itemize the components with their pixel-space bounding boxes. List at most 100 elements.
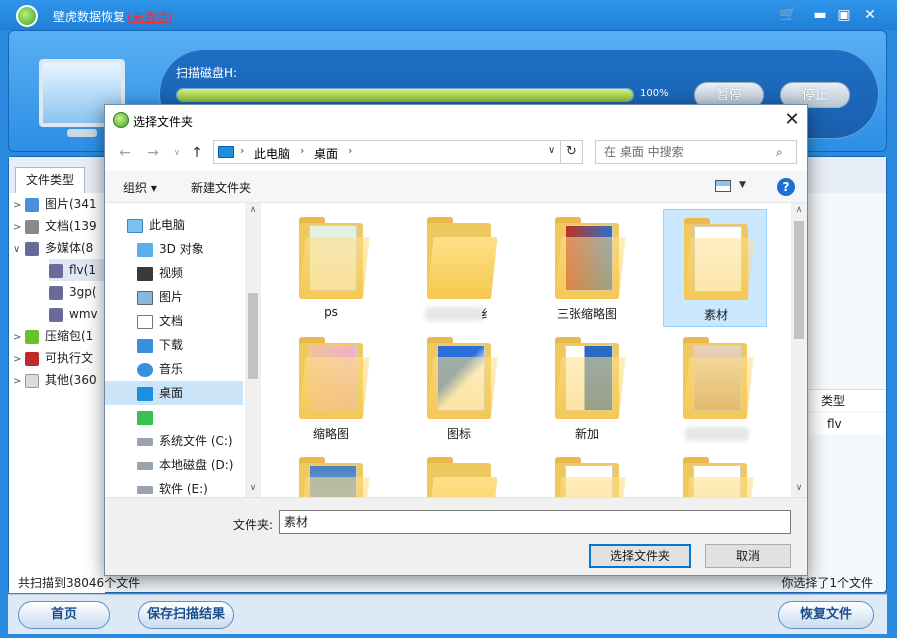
app-name: 壁虎数据恢复	[53, 10, 126, 24]
nav-item-music[interactable]: 音乐	[105, 357, 243, 381]
type-column-header[interactable]: 类型	[809, 389, 886, 411]
tree-item-other[interactable]: > 其他(360	[13, 369, 97, 391]
video-file-icon	[49, 285, 63, 300]
folder-2[interactable]: 纟	[407, 209, 511, 327]
tree-item-flv[interactable]: flv(1	[49, 259, 105, 281]
scanned-count: 共扫描到38046个文件	[18, 576, 141, 590]
chevron-right-icon[interactable]: >	[13, 371, 25, 391]
dialog-footer: 文件夹: 素材 选择文件夹 取消	[105, 497, 807, 575]
nav-item-downloads[interactable]: 下载	[105, 333, 243, 357]
chevron-right-icon[interactable]: >	[13, 327, 25, 347]
nav-item-3d-objects[interactable]: 3D 对象	[105, 237, 243, 261]
chevron-right-icon[interactable]: >	[13, 217, 25, 237]
cart-icon[interactable]: 🛒	[778, 5, 798, 25]
folder-row3-1[interactable]	[279, 449, 383, 497]
progress-bar	[176, 88, 634, 102]
search-input[interactable]	[604, 144, 772, 160]
folder-icon	[299, 237, 370, 299]
refresh-icon[interactable]: ↻	[561, 140, 583, 164]
nav-item-pictures[interactable]: 图片	[105, 285, 243, 309]
progress-fill	[177, 89, 633, 101]
nav-item-documents[interactable]: 文档	[105, 309, 243, 333]
chevron-down-icon[interactable]: ∨	[13, 239, 25, 259]
video-file-icon	[49, 307, 63, 322]
back-arrow-icon[interactable]: ←	[115, 143, 135, 163]
scrollbar-thumb[interactable]	[248, 293, 258, 379]
folder-three-thumbnails[interactable]: 三张缩略图	[535, 209, 639, 327]
executable-icon	[25, 351, 39, 366]
scrollbar-thumb[interactable]	[794, 221, 804, 339]
video-file-icon	[49, 263, 63, 278]
folder-thumbnails[interactable]: 缩略图	[279, 329, 383, 447]
folder-materials[interactable]: 素材	[663, 209, 767, 327]
minimize-icon[interactable]: ▬	[810, 5, 830, 25]
tree-item-media[interactable]: ∨ 多媒体(8	[13, 237, 93, 259]
folder-icon	[683, 357, 754, 419]
nav-item-drive-e[interactable]: 软件 (E:)	[105, 477, 243, 497]
save-scan-button[interactable]: 保存扫描结果	[138, 601, 234, 629]
select-folder-button[interactable]: 选择文件夹	[589, 544, 691, 568]
address-dropdown-icon[interactable]: ∨	[548, 145, 555, 156]
breadcrumb-this-pc[interactable]: 此电脑	[254, 145, 290, 162]
tab-file-type[interactable]: 文件类型	[15, 167, 85, 193]
maximize-icon[interactable]: ▣	[834, 5, 854, 25]
view-dropdown-icon[interactable]: ▼	[739, 180, 746, 190]
folder-new[interactable]: 新加	[535, 329, 639, 447]
tree-item-images[interactable]: > 图片(341	[13, 193, 97, 215]
tree-item-wmv[interactable]: wmv	[49, 303, 105, 325]
tree-item-documents[interactable]: > 文档(139	[13, 215, 97, 237]
new-folder-button[interactable]: 新建文件夹	[191, 179, 251, 196]
activation-link[interactable]: (未激活)	[127, 10, 172, 24]
scroll-up-icon[interactable]: ∧	[791, 205, 807, 215]
search-box[interactable]: ⌕	[595, 140, 797, 164]
chevron-right-icon[interactable]: >	[13, 349, 25, 369]
up-arrow-icon[interactable]: ↑	[187, 143, 207, 163]
close-icon[interactable]: ✕	[860, 5, 880, 25]
nav-item-this-pc[interactable]: 此电脑	[105, 213, 243, 237]
forward-arrow-icon[interactable]: →	[143, 143, 163, 163]
navigation-scrollbar[interactable]: ∧ ∨	[245, 203, 261, 497]
dialog-close-icon[interactable]: ✕	[781, 109, 803, 131]
search-icon[interactable]: ⌕	[776, 145, 783, 160]
music-icon	[137, 362, 153, 377]
home-button[interactable]: 首页	[18, 601, 110, 629]
nav-item-drive-c[interactable]: 系统文件 (C:)	[105, 429, 243, 453]
tree-item-3gp[interactable]: 3gp(	[49, 281, 105, 303]
folder-grid: ps 纟 三张缩略图 素材 缩略图 图标 新加	[263, 203, 791, 497]
organize-button[interactable]: 组织 ▾	[123, 179, 157, 196]
nav-item-videos[interactable]: 视频	[105, 261, 243, 285]
folder-grid-scrollbar[interactable]: ∧ ∨	[791, 203, 807, 497]
folder-row3-2[interactable]	[407, 449, 511, 497]
nav-item-desktop[interactable]: 桌面	[105, 381, 243, 405]
breadcrumb-separator-icon[interactable]: ›	[300, 144, 304, 157]
folder-row3-3[interactable]	[535, 449, 639, 497]
view-options-icon[interactable]	[715, 180, 731, 192]
folder-8[interactable]	[663, 329, 767, 447]
breadcrumb-desktop[interactable]: 桌面	[314, 145, 338, 162]
tree-item-executables[interactable]: > 可执行文	[13, 347, 93, 369]
breadcrumb-separator-icon[interactable]: ›	[348, 144, 352, 157]
folder-name-input[interactable]: 素材	[279, 510, 791, 534]
recent-dropdown-icon[interactable]: ∨	[167, 143, 187, 163]
scroll-down-icon[interactable]: ∨	[791, 483, 807, 493]
film-icon	[137, 266, 153, 281]
tree-item-archives[interactable]: > 压缩包(1	[13, 325, 93, 347]
folder-row3-4[interactable]	[663, 449, 767, 497]
folder-ps[interactable]: ps	[279, 209, 383, 327]
address-bar[interactable]: › 此电脑 › 桌面 › ∨	[213, 140, 561, 164]
nav-item-drive-d[interactable]: 本地磁盘 (D:)	[105, 453, 243, 477]
type-cell: flv	[809, 413, 886, 435]
cancel-button[interactable]: 取消	[705, 544, 791, 568]
drive-icon	[137, 437, 153, 446]
nav-item-unnamed[interactable]	[105, 405, 243, 429]
folder-icons[interactable]: 图标	[407, 329, 511, 447]
scroll-up-icon[interactable]: ∧	[245, 205, 261, 215]
folder-icon	[427, 357, 498, 419]
select-folder-dialog: 选择文件夹 ✕ ← → ∨ ↑ › 此电脑 › 桌面 › ∨ ↻ ⌕ 组织 ▾ …	[104, 104, 808, 576]
restore-files-button[interactable]: 恢复文件	[778, 601, 874, 629]
help-icon[interactable]: ?	[777, 178, 795, 196]
scroll-down-icon[interactable]: ∨	[245, 483, 261, 493]
folder-icon	[555, 237, 626, 299]
breadcrumb-separator-icon[interactable]: ›	[240, 144, 244, 157]
chevron-right-icon[interactable]: >	[13, 195, 25, 215]
